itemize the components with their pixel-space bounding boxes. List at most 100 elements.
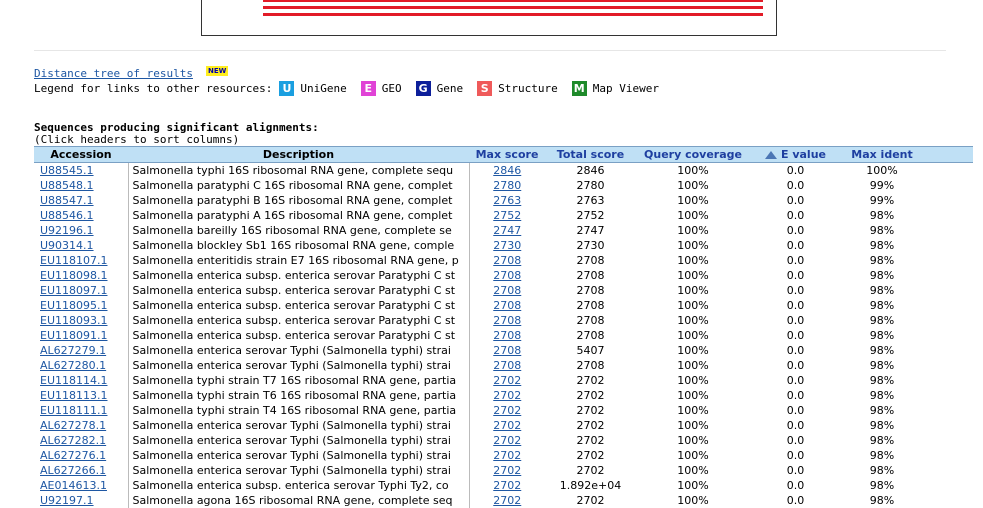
max-score-link[interactable]: 2708	[493, 359, 521, 372]
table-row: EU118107.1Salmonella enteritidis strain …	[34, 253, 973, 268]
accession-link[interactable]: EU118098.1	[40, 269, 108, 282]
accession-link[interactable]: AL627282.1	[40, 434, 106, 447]
max-score-link[interactable]: 2780	[493, 179, 521, 192]
legend-name-map-viewer: Map Viewer	[593, 82, 659, 95]
max-score-link[interactable]: 2708	[493, 314, 521, 327]
header-max-score[interactable]: Max score	[469, 147, 545, 163]
accession-link[interactable]: U88546.1	[40, 209, 94, 222]
max-score-link[interactable]: 2708	[493, 299, 521, 312]
header-max-ident[interactable]: Max ident	[841, 147, 923, 163]
accession-link[interactable]: AL627279.1	[40, 344, 106, 357]
alignment-hit-bar[interactable]	[263, 0, 763, 2]
max-score-cell: 2708	[469, 358, 545, 373]
alignment-hit-bar[interactable]	[263, 13, 763, 16]
gene-icon: G	[416, 81, 431, 96]
accession-cell: EU118107.1	[34, 253, 128, 268]
total-score-cell: 2702	[545, 418, 636, 433]
max-score-link[interactable]: 2702	[493, 449, 521, 462]
accession-link[interactable]: EU118095.1	[40, 299, 108, 312]
max-score-cell: 2763	[469, 193, 545, 208]
max-score-link[interactable]: 2730	[493, 239, 521, 252]
max-score-link[interactable]: 2702	[493, 389, 521, 402]
max-score-link[interactable]: 2747	[493, 224, 521, 237]
accession-link[interactable]: EU118107.1	[40, 254, 108, 267]
max-score-cell: 2730	[469, 238, 545, 253]
accession-link[interactable]: EU118097.1	[40, 284, 108, 297]
max-score-link[interactable]: 2702	[493, 464, 521, 477]
header-description[interactable]: Description	[128, 147, 469, 163]
max-score-link[interactable]: 2702	[493, 479, 521, 492]
accession-link[interactable]: U90314.1	[40, 239, 94, 252]
total-score-cell: 1.892e+04	[545, 478, 636, 493]
query-coverage-cell: 100%	[636, 463, 750, 478]
max-score-link[interactable]: 2702	[493, 374, 521, 387]
header-accession[interactable]: Accession	[34, 147, 128, 163]
table-header-row: Accession Description Max score Total sc…	[34, 147, 973, 163]
max-score-link[interactable]: 2702	[493, 404, 521, 417]
query-coverage-cell: 100%	[636, 343, 750, 358]
accession-link[interactable]: AL627276.1	[40, 449, 106, 462]
accession-cell: U88546.1	[34, 208, 128, 223]
accession-link[interactable]: U92196.1	[40, 224, 94, 237]
max-ident-cell: 98%	[841, 388, 923, 403]
accession-link[interactable]: EU118093.1	[40, 314, 108, 327]
max-score-cell: 2708	[469, 298, 545, 313]
max-score-link[interactable]: 2708	[493, 329, 521, 342]
alignment-hit-bar[interactable]	[263, 6, 763, 9]
max-ident-cell: 98%	[841, 328, 923, 343]
description-cell: Salmonella enterica serovar Typhi (Salmo…	[128, 448, 469, 463]
e-value-cell: 0.0	[750, 193, 841, 208]
accession-cell: EU118091.1	[34, 328, 128, 343]
accession-link[interactable]: EU118114.1	[40, 374, 108, 387]
query-coverage-cell: 100%	[636, 373, 750, 388]
e-value-cell: 0.0	[750, 448, 841, 463]
accession-link[interactable]: AE014613.1	[40, 479, 107, 492]
max-score-link[interactable]: 2708	[493, 344, 521, 357]
accession-link[interactable]: U88548.1	[40, 179, 94, 192]
total-score-cell: 2780	[545, 178, 636, 193]
header-e-value[interactable]: E value	[750, 147, 841, 163]
max-score-link[interactable]: 2708	[493, 269, 521, 282]
e-value-cell: 0.0	[750, 268, 841, 283]
max-score-link[interactable]: 2763	[493, 194, 521, 207]
geo-icon: E	[361, 81, 376, 96]
total-score-cell: 2702	[545, 388, 636, 403]
query-coverage-cell: 100%	[636, 238, 750, 253]
accession-link[interactable]: EU118113.1	[40, 389, 108, 402]
accession-cell: EU118098.1	[34, 268, 128, 283]
e-value-cell: 0.0	[750, 433, 841, 448]
header-filler	[923, 147, 973, 163]
table-row: U88545.1Salmonella typhi 16S ribosomal R…	[34, 163, 973, 179]
description-cell: Salmonella blockley Sb1 16S ribosomal RN…	[128, 238, 469, 253]
max-score-link[interactable]: 2702	[493, 494, 521, 507]
accession-link[interactable]: AL627266.1	[40, 464, 106, 477]
table-row: U88547.1Salmonella paratyphi B 16S ribos…	[34, 193, 973, 208]
table-row: AL627282.1Salmonella enterica serovar Ty…	[34, 433, 973, 448]
max-score-link[interactable]: 2708	[493, 254, 521, 267]
row-filler	[923, 388, 973, 403]
total-score-cell: 2702	[545, 373, 636, 388]
accession-link[interactable]: U88547.1	[40, 194, 94, 207]
total-score-cell: 2702	[545, 433, 636, 448]
header-query-coverage[interactable]: Query coverage	[636, 147, 750, 163]
header-total-score[interactable]: Total score	[545, 147, 636, 163]
distance-tree-link[interactable]: Distance tree of results	[34, 67, 193, 80]
accession-link[interactable]: U88545.1	[40, 164, 94, 177]
max-score-cell: 2708	[469, 283, 545, 298]
alignment-graphic-overview[interactable]	[201, 0, 777, 36]
table-row: EU118093.1Salmonella enterica subsp. ent…	[34, 313, 973, 328]
max-score-link[interactable]: 2752	[493, 209, 521, 222]
accession-link[interactable]: U92197.1	[40, 494, 94, 507]
max-score-cell: 2708	[469, 268, 545, 283]
row-filler	[923, 283, 973, 298]
accession-link[interactable]: EU118111.1	[40, 404, 108, 417]
accession-link[interactable]: AL627278.1	[40, 419, 106, 432]
max-score-link[interactable]: 2846	[493, 164, 521, 177]
max-score-link[interactable]: 2702	[493, 419, 521, 432]
max-score-link[interactable]: 2708	[493, 284, 521, 297]
max-score-link[interactable]: 2702	[493, 434, 521, 447]
accession-link[interactable]: EU118091.1	[40, 329, 108, 342]
accession-link[interactable]: AL627280.1	[40, 359, 106, 372]
accession-cell: U92197.1	[34, 493, 128, 508]
max-score-cell: 2702	[469, 448, 545, 463]
